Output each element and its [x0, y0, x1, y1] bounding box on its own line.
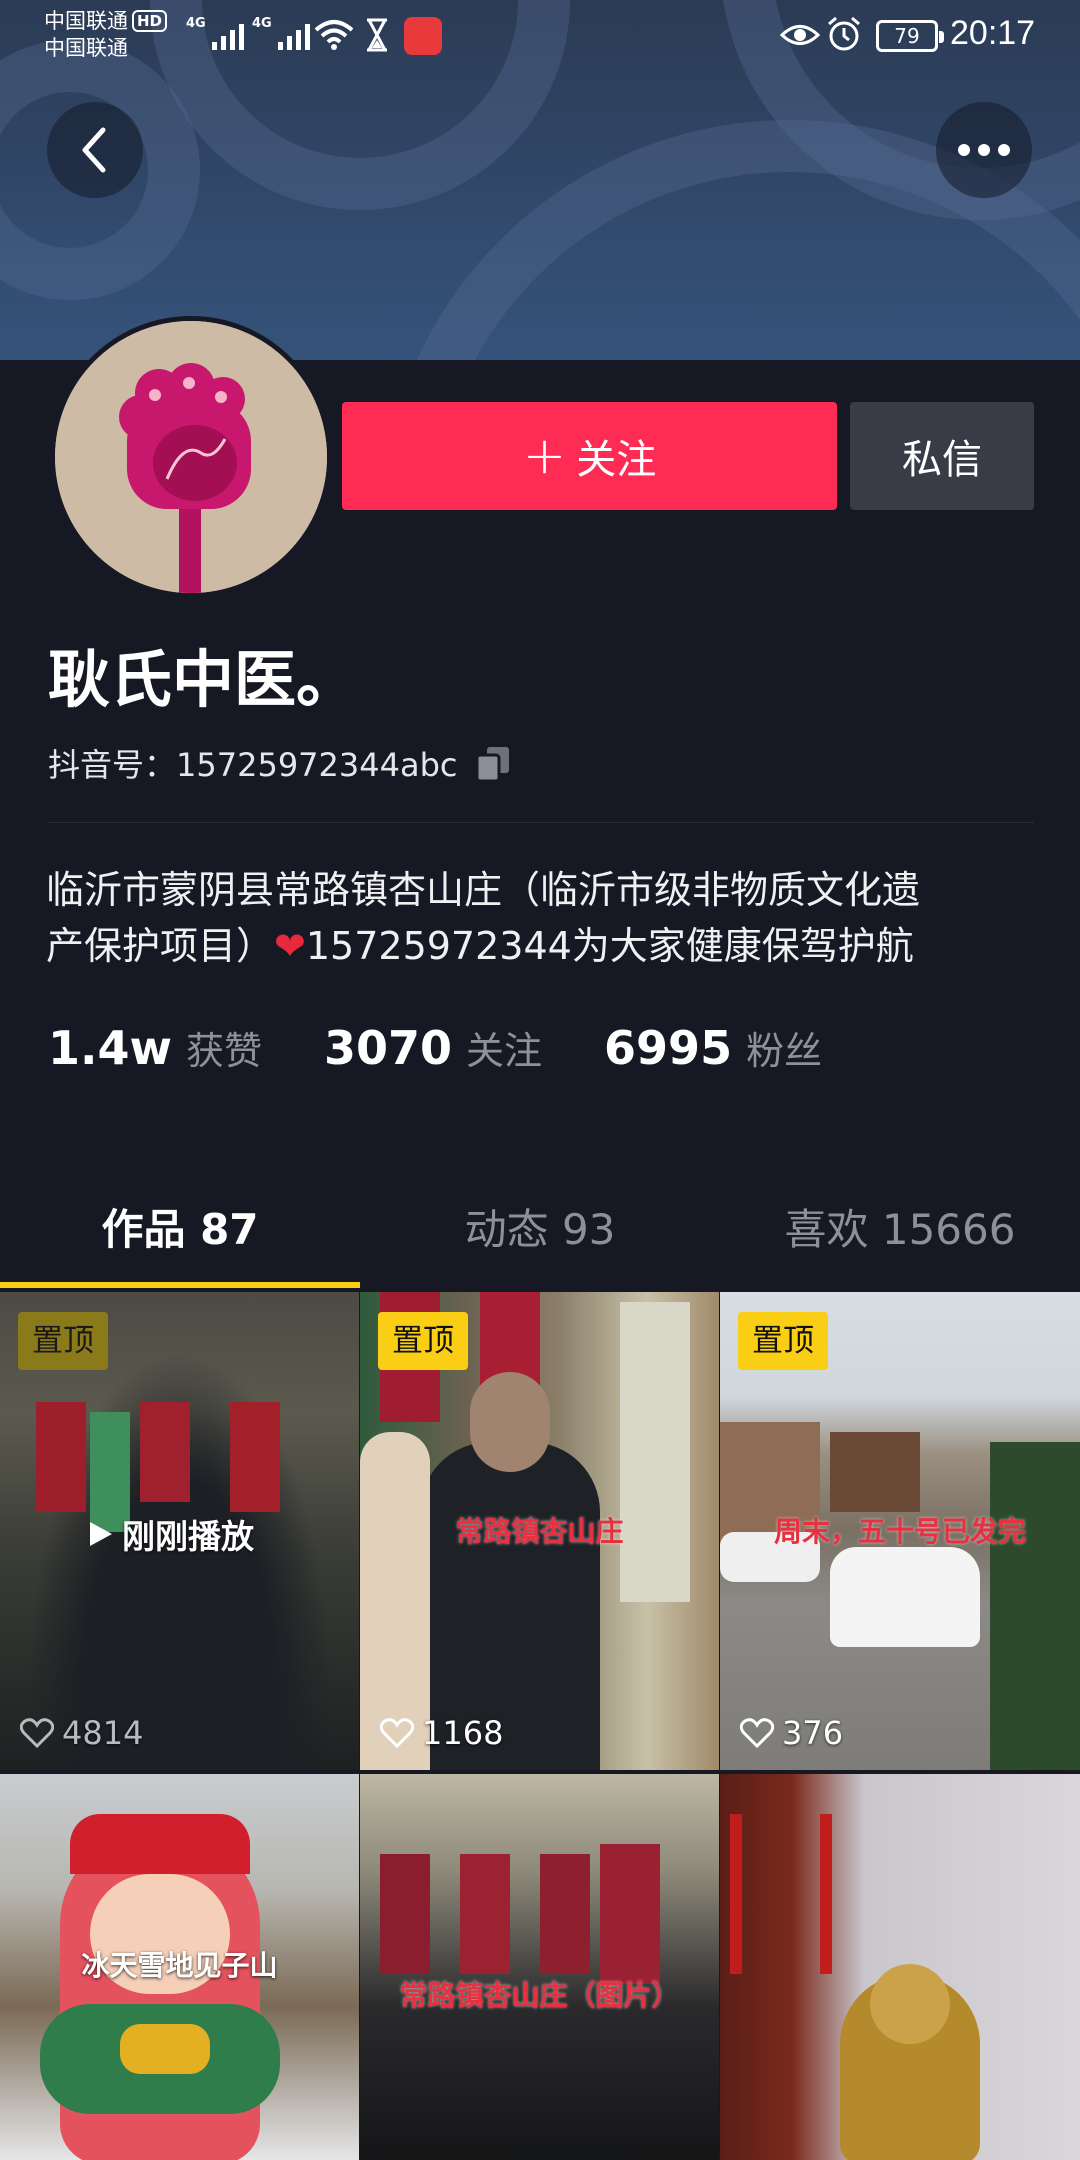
- bio-text: 15725972344为大家健康保驾护航: [305, 924, 914, 968]
- video-thumbnail[interactable]: 冰天雪地见子山: [0, 1774, 359, 2160]
- more-dots-icon: [958, 144, 1010, 156]
- carrier-info: 中国联通 HD 中国联通: [44, 8, 168, 62]
- heart-emoji-icon: ❤: [274, 924, 306, 968]
- video-thumbnail[interactable]: [720, 1774, 1080, 2160]
- video-thumbnail[interactable]: 常路镇杏山庄（图片）: [360, 1774, 719, 2160]
- like-count: 1168: [380, 1714, 503, 1752]
- pinned-badge: 置顶: [378, 1312, 468, 1370]
- follow-label: 关注: [576, 437, 657, 483]
- eye-icon: [780, 25, 820, 45]
- heart-outline-icon: [380, 1718, 414, 1748]
- alarm-icon: [828, 16, 860, 51]
- heart-outline-icon: [740, 1718, 774, 1748]
- video-thumbnail[interactable]: 置顶 周末，五十号已发完 376: [720, 1292, 1080, 1770]
- copy-icon[interactable]: [475, 745, 511, 781]
- huawei-appgallery-icon: [404, 17, 442, 55]
- video-caption: 冰天雪地见子山: [81, 1949, 278, 1982]
- recently-played-label: 刚刚播放: [88, 1510, 254, 1558]
- bio-line: 临沂市蒙阴县常路镇杏山庄（临沂市级非物质文化遗: [46, 868, 921, 912]
- tab-posts[interactable]: 动态 93: [360, 1172, 720, 1288]
- pinned-badge: 置顶: [738, 1312, 828, 1370]
- profile-tabs: 作品 87 动态 93 喜欢 15666: [0, 1172, 1080, 1288]
- like-count-text: 1168: [422, 1714, 504, 1752]
- video-cover-image: [360, 1774, 719, 2160]
- message-label: 私信: [902, 437, 982, 483]
- carrier-1: 中国联通: [44, 9, 128, 33]
- video-thumbnail[interactable]: 置顶 刚刚播放 4814: [0, 1292, 359, 1770]
- like-count: 4814: [20, 1714, 143, 1752]
- carrier-2: 中国联通: [44, 36, 128, 60]
- signal-icon: 4G: [186, 16, 244, 50]
- tab-indicator: [0, 1282, 360, 1288]
- douyin-id-prefix: 抖音号：: [48, 746, 177, 784]
- follow-button[interactable]: + 关注: [342, 402, 837, 510]
- stat-label: 获赞: [185, 1029, 262, 1073]
- back-button[interactable]: [47, 102, 143, 198]
- bio: 临沂市蒙阴县常路镇杏山庄（临沂市级非物质文化遗 产保护项目）❤157259723…: [46, 862, 1036, 974]
- stat-value: 6995: [604, 1021, 733, 1075]
- message-button[interactable]: 私信: [850, 402, 1034, 510]
- recently-played-text: 刚刚播放: [122, 1517, 254, 1556]
- hourglass-icon: [367, 18, 387, 52]
- signal-icon: 4G: [252, 16, 310, 50]
- bio-line: 产保护项目）❤15725972344为大家健康保驾护航: [46, 918, 1036, 974]
- like-count: 376: [740, 1714, 843, 1752]
- video-thumbnail[interactable]: 置顶 常路镇杏山庄 1168: [360, 1292, 719, 1770]
- video-grid: 置顶 刚刚播放 4814 置顶 常路镇杏山庄 1168 置顶 周末，五十号已发完…: [0, 1292, 1080, 2160]
- stat-value: 3070: [324, 1021, 453, 1075]
- hd-badge: HD: [132, 10, 168, 32]
- douyin-id-text: 抖音号：15725972344abc: [48, 740, 457, 786]
- wifi-icon: [314, 20, 354, 50]
- battery-icon: 79: [876, 20, 944, 52]
- status-time: 20:17: [950, 14, 1036, 52]
- stat-following[interactable]: 3070 关注: [324, 1020, 542, 1075]
- chevron-left-icon: [82, 127, 106, 173]
- douyin-id-row: 抖音号：15725972344abc: [48, 740, 511, 786]
- stat-value: 1.4w: [48, 1021, 172, 1075]
- avatar[interactable]: [50, 316, 332, 598]
- video-caption: 常路镇杏山庄: [455, 1515, 624, 1548]
- plus-icon: +: [522, 426, 567, 486]
- more-options-button[interactable]: [936, 102, 1032, 198]
- bio-text: 产保护项目）: [46, 924, 275, 968]
- profile-stats: 1.4w 获赞 3070 关注 6995 粉丝: [48, 1020, 884, 1075]
- status-bar: 中国联通 HD 中国联通 4G 4G 79 20:17: [0, 0, 1080, 70]
- pinned-badge: 置顶: [18, 1312, 108, 1370]
- stat-followers[interactable]: 6995 粉丝: [604, 1020, 822, 1075]
- tab-likes[interactable]: 喜欢 15666: [720, 1172, 1080, 1288]
- avatar-logo-image: [55, 321, 327, 593]
- network-type: 4G: [186, 16, 206, 31]
- video-caption: 常路镇杏山庄（图片）: [399, 1979, 680, 2012]
- divider: [48, 822, 1034, 823]
- stat-label: 关注: [466, 1029, 543, 1073]
- like-count-text: 4814: [62, 1714, 144, 1752]
- video-caption: 周末，五十号已发完: [773, 1515, 1026, 1548]
- tab-works[interactable]: 作品 87: [0, 1172, 360, 1288]
- play-icon: [90, 1522, 112, 1546]
- username: 耿氏中医。: [48, 643, 359, 716]
- stat-likes: 1.4w 获赞: [48, 1020, 262, 1075]
- heart-outline-icon: [20, 1718, 54, 1748]
- network-type: 4G: [252, 16, 272, 31]
- video-cover-image: [720, 1774, 1080, 2160]
- like-count-text: 376: [782, 1714, 844, 1752]
- stat-label: 粉丝: [746, 1029, 823, 1073]
- douyin-id-value: 15725972344abc: [176, 746, 458, 784]
